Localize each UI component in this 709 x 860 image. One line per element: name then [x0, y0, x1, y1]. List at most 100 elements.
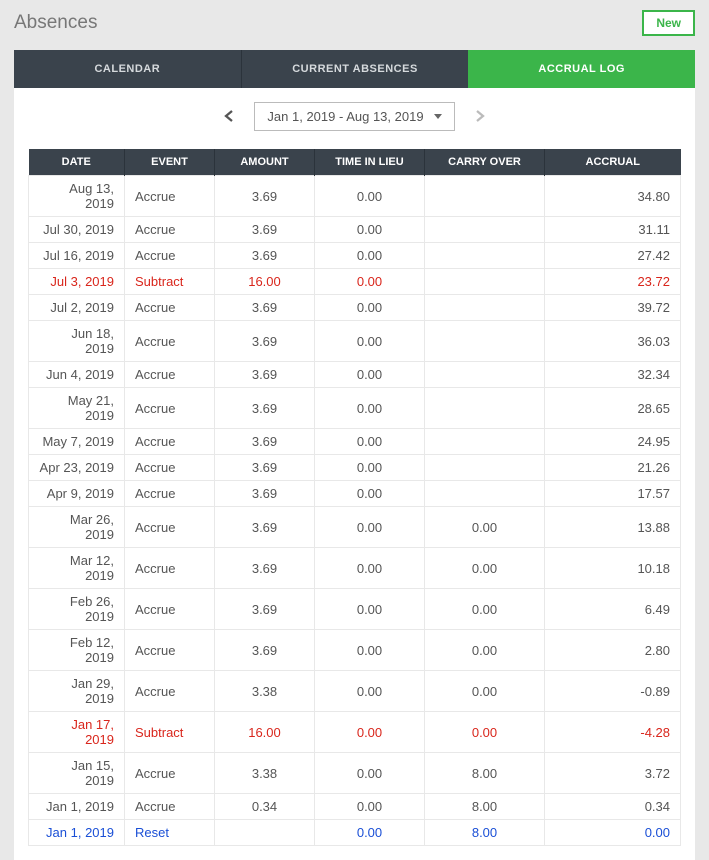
new-button[interactable]: New	[642, 10, 695, 36]
cell-accrual: 32.34	[545, 362, 681, 388]
tab-accrual-log[interactable]: ACCRUAL LOG	[468, 50, 695, 88]
table-row: Jul 30, 2019Accrue3.690.00 31.11	[29, 217, 681, 243]
table-row: Mar 26, 2019Accrue3.690.000.0013.88	[29, 507, 681, 548]
cell-til: 0.00	[315, 243, 425, 269]
cell-carry: 0.00	[425, 671, 545, 712]
table-row: Jul 3, 2019Subtract16.000.0023.72	[29, 269, 681, 295]
cell-event: Accrue	[125, 321, 215, 362]
th-accrual: ACCRUAL	[545, 149, 681, 176]
th-til: TIME IN LIEU	[315, 149, 425, 176]
table-row: May 21, 2019Accrue3.690.0028.65	[29, 388, 681, 429]
cell-til: 0.00	[315, 217, 425, 243]
chevron-right-icon	[475, 110, 485, 122]
cell-til: 0.00	[315, 820, 425, 846]
cell-event: Accrue	[125, 589, 215, 630]
cell-til: 0.00	[315, 455, 425, 481]
cell-amount: 3.69	[215, 455, 315, 481]
cell-amount: 3.69	[215, 295, 315, 321]
tab-calendar[interactable]: CALENDAR	[14, 50, 241, 88]
cell-amount: 3.69	[215, 481, 315, 507]
cell-event: Accrue	[125, 548, 215, 589]
cell-til: 0.00	[315, 548, 425, 589]
cell-event: Accrue	[125, 753, 215, 794]
cell-accrual: 0.00	[545, 820, 681, 846]
cell-date: Jan 17, 2019	[29, 712, 125, 753]
cell-accrual: 0.34	[545, 794, 681, 820]
table-row: Apr 23, 2019Accrue3.690.0021.26	[29, 455, 681, 481]
cell-date: Feb 12, 2019	[29, 630, 125, 671]
cell-carry: 8.00	[425, 753, 545, 794]
tab-current-absences[interactable]: CURRENT ABSENCES	[241, 50, 469, 88]
cell-accrual: 36.03	[545, 321, 681, 362]
cell-til: 0.00	[315, 712, 425, 753]
cell-accrual: -4.28	[545, 712, 681, 753]
cell-accrual: 6.49	[545, 589, 681, 630]
chevron-left-icon	[224, 110, 234, 122]
table-row: Jan 1, 2019Accrue0.340.008.000.34	[29, 794, 681, 820]
prev-period-button[interactable]	[214, 103, 244, 131]
cell-date: Jun 18, 2019	[29, 321, 125, 362]
table-row: Apr 9, 2019Accrue3.690.00 17.57	[29, 481, 681, 507]
cell-event: Accrue	[125, 671, 215, 712]
cell-til: 0.00	[315, 507, 425, 548]
table-row: Jul 16, 2019Accrue3.690.0027.42	[29, 243, 681, 269]
cell-til: 0.00	[315, 794, 425, 820]
table-row: Jul 2, 2019Accrue3.690.0039.72	[29, 295, 681, 321]
cell-date: Mar 12, 2019	[29, 548, 125, 589]
table-row: Jun 18, 2019Accrue3.690.00 36.03	[29, 321, 681, 362]
cell-til: 0.00	[315, 321, 425, 362]
cell-amount: 3.69	[215, 176, 315, 217]
cell-date: May 7, 2019	[29, 429, 125, 455]
cell-event: Accrue	[125, 455, 215, 481]
cell-date: Jul 30, 2019	[29, 217, 125, 243]
cell-accrual: 2.80	[545, 630, 681, 671]
cell-carry: 0.00	[425, 548, 545, 589]
cell-carry	[425, 295, 545, 321]
cell-til: 0.00	[315, 481, 425, 507]
cell-date: Feb 26, 2019	[29, 589, 125, 630]
cell-carry	[425, 176, 545, 217]
cell-event: Accrue	[125, 481, 215, 507]
table-row: May 7, 2019Accrue3.690.0024.95	[29, 429, 681, 455]
cell-date: Jan 1, 2019	[29, 820, 125, 846]
cell-event: Accrue	[125, 217, 215, 243]
date-range-text: Jan 1, 2019 - Aug 13, 2019	[267, 109, 423, 124]
cell-amount: 3.69	[215, 630, 315, 671]
cell-event: Accrue	[125, 794, 215, 820]
next-period-button[interactable]	[465, 103, 495, 131]
cell-carry	[425, 455, 545, 481]
cell-amount: 3.69	[215, 321, 315, 362]
cell-til: 0.00	[315, 753, 425, 794]
cell-amount	[215, 820, 315, 846]
cell-date: Apr 23, 2019	[29, 455, 125, 481]
accrual-log-table: DATE EVENT AMOUNT TIME IN LIEU CARRY OVE…	[28, 149, 681, 846]
cell-amount: 3.69	[215, 507, 315, 548]
cell-carry	[425, 481, 545, 507]
table-row: Feb 26, 2019Accrue3.690.000.006.49	[29, 589, 681, 630]
cell-date: Jan 1, 2019	[29, 794, 125, 820]
date-range-select[interactable]: Jan 1, 2019 - Aug 13, 2019	[254, 102, 454, 131]
cell-accrual: 3.72	[545, 753, 681, 794]
cell-amount: 3.38	[215, 671, 315, 712]
cell-accrual: 17.57	[545, 481, 681, 507]
cell-event: Accrue	[125, 388, 215, 429]
cell-event: Reset	[125, 820, 215, 846]
cell-date: Jul 16, 2019	[29, 243, 125, 269]
cell-date: May 21, 2019	[29, 388, 125, 429]
cell-date: Jul 3, 2019	[29, 269, 125, 295]
cell-event: Subtract	[125, 712, 215, 753]
cell-til: 0.00	[315, 295, 425, 321]
cell-til: 0.00	[315, 630, 425, 671]
cell-amount: 3.69	[215, 217, 315, 243]
cell-event: Accrue	[125, 630, 215, 671]
cell-amount: 3.38	[215, 753, 315, 794]
cell-accrual: -0.89	[545, 671, 681, 712]
cell-event: Accrue	[125, 429, 215, 455]
cell-carry	[425, 321, 545, 362]
cell-accrual: 31.11	[545, 217, 681, 243]
table-row: Jan 15, 2019Accrue3.380.008.003.72	[29, 753, 681, 794]
cell-amount: 3.69	[215, 548, 315, 589]
cell-date: Apr 9, 2019	[29, 481, 125, 507]
cell-accrual: 24.95	[545, 429, 681, 455]
cell-carry	[425, 269, 545, 295]
